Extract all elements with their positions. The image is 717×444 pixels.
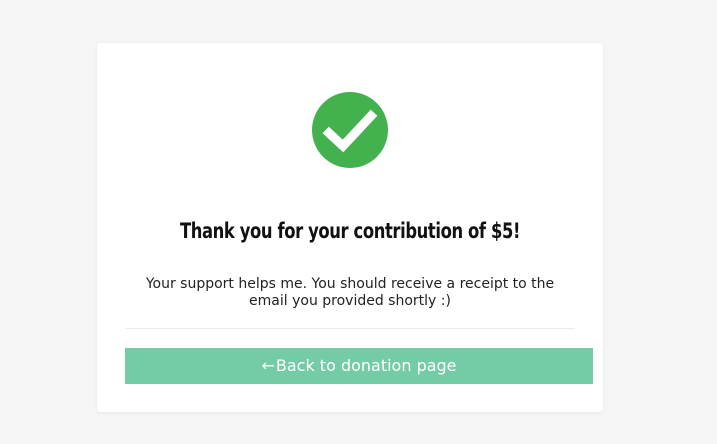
back-to-donation-button[interactable]: ←Back to donation page	[125, 348, 593, 384]
back-button-label: Back to donation page	[275, 356, 457, 375]
divider	[125, 328, 575, 329]
checkmark-icon	[322, 109, 378, 153]
confirmation-card: Thank you for your contribution of $5! Y…	[97, 43, 603, 412]
confirmation-message: Your support helps me. You should receiv…	[145, 276, 555, 309]
check-circle-icon	[312, 92, 388, 168]
arrow-left-icon: ←	[261, 356, 275, 375]
page-title: Thank you for your contribution of $5!	[179, 219, 521, 243]
